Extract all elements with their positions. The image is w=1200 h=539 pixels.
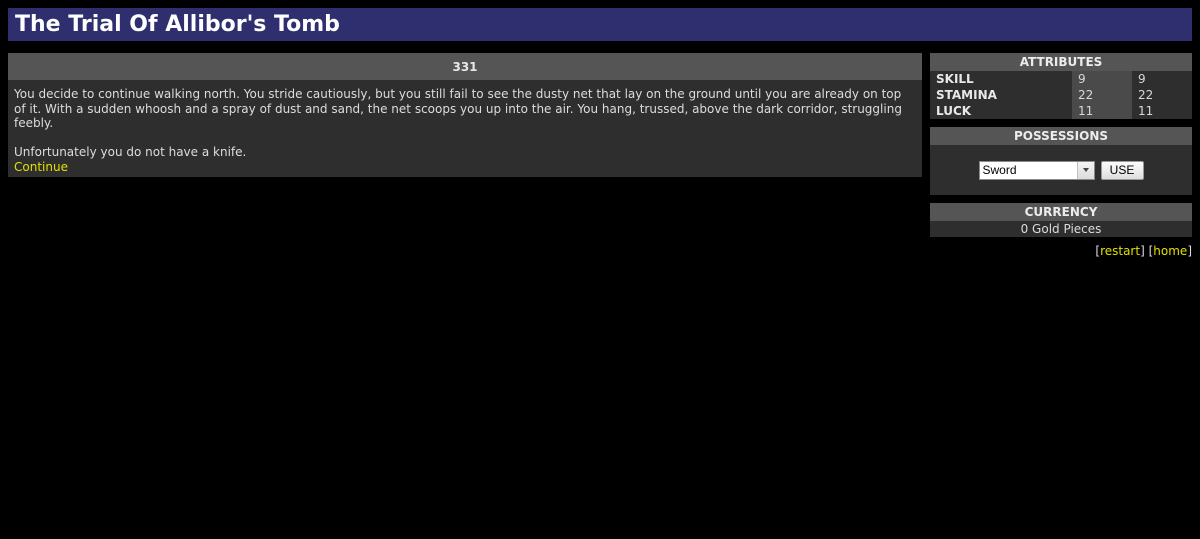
attribute-name: SKILL: [930, 71, 1072, 87]
attribute-current-value: 11: [1132, 103, 1192, 119]
attributes-panel: ATTRIBUTES SKILL 9 9 STAMINA 22 22 LUCK …: [930, 53, 1192, 119]
restart-link[interactable]: restart: [1100, 244, 1140, 258]
attribute-name: LUCK: [930, 103, 1072, 119]
possessions-controls: Sword USE: [930, 145, 1192, 195]
attribute-current-value: 22: [1132, 87, 1192, 103]
continue-link[interactable]: Continue: [14, 160, 68, 174]
story-panel: 331 You decide to continue walking north…: [8, 53, 922, 177]
possessions-panel: POSSESSIONS Sword USE: [930, 127, 1192, 195]
attribute-initial-value: 11: [1072, 103, 1132, 119]
currency-panel: CURRENCY 0 Gold Pieces: [930, 203, 1192, 237]
attribute-initial-value: 9: [1072, 71, 1132, 87]
sidebar: ATTRIBUTES SKILL 9 9 STAMINA 22 22 LUCK …: [930, 53, 1192, 258]
chevron-down-icon: [1082, 168, 1089, 172]
possession-select[interactable]: Sword: [978, 160, 1095, 180]
footer-links: [restart] [home]: [930, 244, 1192, 258]
attribute-row-luck: LUCK 11 11: [930, 103, 1192, 119]
page-header: The Trial Of Allibor's Tomb: [8, 8, 1192, 41]
story-paragraph: Unfortunately you do not have a knife.: [14, 145, 247, 159]
possessions-title: POSSESSIONS: [930, 127, 1192, 145]
attribute-row-skill: SKILL 9 9: [930, 71, 1192, 87]
attributes-title: ATTRIBUTES: [930, 53, 1192, 71]
home-link[interactable]: home: [1153, 244, 1187, 258]
attribute-current-value: 9: [1132, 71, 1192, 87]
currency-value: 0 Gold Pieces: [1020, 222, 1102, 236]
dropdown-arrow-button[interactable]: [1076, 161, 1094, 179]
attribute-name: STAMINA: [930, 87, 1072, 103]
possession-selected-value: Sword: [982, 162, 1017, 177]
story-body: You decide to continue walking north. Yo…: [8, 80, 922, 174]
section-number: 331: [8, 53, 922, 80]
attributes-table: SKILL 9 9 STAMINA 22 22 LUCK 11 11: [930, 71, 1192, 119]
currency-title: CURRENCY: [930, 203, 1192, 221]
story-paragraph: You decide to continue walking north. Yo…: [14, 87, 902, 130]
bracket-close: ]: [1187, 244, 1192, 258]
use-button[interactable]: USE: [1100, 160, 1144, 180]
attribute-initial-value: 22: [1072, 87, 1132, 103]
attribute-row-stamina: STAMINA 22 22: [930, 87, 1192, 103]
bracket-close: ]: [1140, 244, 1145, 258]
game-title: The Trial Of Allibor's Tomb: [15, 12, 340, 37]
